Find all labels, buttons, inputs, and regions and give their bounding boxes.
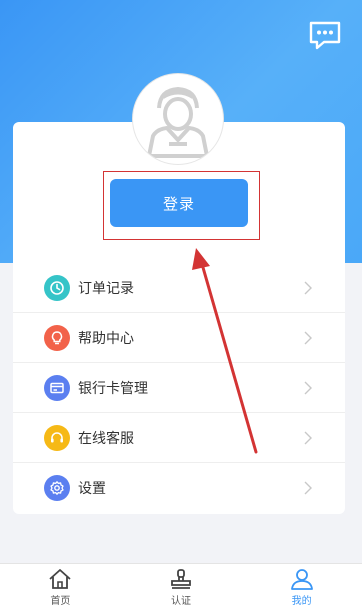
home-icon	[49, 569, 71, 589]
tab-verify[interactable]: 认证	[121, 564, 242, 608]
login-button[interactable]: 登录	[110, 179, 248, 227]
tab-label: 我的	[291, 596, 312, 607]
chevron-right-icon	[304, 381, 312, 395]
tab-label: 首页	[50, 596, 71, 607]
menu-item-bank-cards[interactable]: 银行卡管理	[13, 363, 345, 413]
tab-mine[interactable]: 我的	[241, 564, 362, 608]
menu-item-label: 设置	[78, 481, 106, 497]
card-icon	[44, 374, 70, 401]
stamp-icon	[171, 569, 191, 589]
lightbulb-icon	[44, 324, 70, 351]
menu-item-label: 银行卡管理	[78, 380, 148, 397]
menu-item-orders[interactable]: 订单记录	[13, 263, 345, 313]
bottom-tab-bar: 首页 认证 我的	[0, 563, 362, 608]
chevron-right-icon	[304, 281, 312, 295]
tab-home[interactable]: 首页	[0, 564, 121, 608]
user-placeholder-icon	[147, 86, 209, 158]
person-icon	[290, 569, 313, 590]
menu-item-support[interactable]: 在线客服	[13, 413, 345, 463]
chat-bubble-icon	[309, 21, 341, 50]
tab-label: 认证	[171, 596, 191, 607]
menu-list: 订单记录 帮助中心 银行卡管理 在线客服 设置	[13, 263, 345, 513]
menu-item-label: 在线客服	[78, 430, 134, 447]
chevron-right-icon	[304, 431, 312, 445]
headset-icon	[44, 424, 70, 451]
gear-icon	[44, 475, 70, 501]
avatar[interactable]	[133, 74, 223, 164]
clock-icon	[44, 274, 70, 301]
menu-item-help[interactable]: 帮助中心	[13, 313, 345, 363]
message-button[interactable]	[308, 20, 342, 52]
menu-item-label: 帮助中心	[78, 330, 134, 347]
chevron-right-icon	[304, 481, 312, 495]
menu-item-label: 订单记录	[78, 280, 134, 297]
menu-item-settings[interactable]: 设置	[13, 463, 345, 513]
chevron-right-icon	[304, 331, 312, 345]
